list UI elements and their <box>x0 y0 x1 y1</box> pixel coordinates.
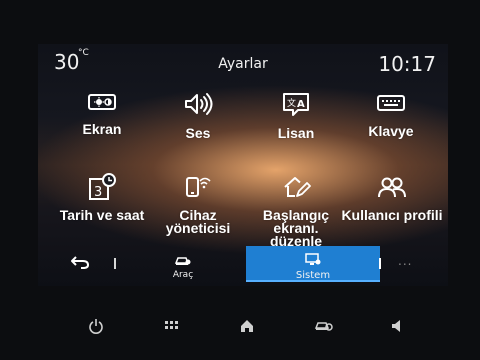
nav-sistem-label: Sistem <box>295 270 331 281</box>
nav-arac-label: Araç <box>172 270 194 280</box>
power-button[interactable] <box>88 318 104 338</box>
tile-lisan[interactable]: 文 A Lisan <box>246 92 346 140</box>
grid-apps-icon <box>165 321 178 329</box>
volume-icon <box>392 320 400 332</box>
back-arrow-icon <box>71 256 90 269</box>
display-brightness-icon <box>88 94 116 110</box>
tile-ekran[interactable]: Ekran <box>52 92 152 136</box>
system-screen-icon <box>305 253 321 265</box>
clock: 10:17 <box>378 52 436 76</box>
vehicle-button[interactable] <box>314 318 334 338</box>
back-button[interactable] <box>70 254 90 274</box>
nav-arac[interactable]: Araç <box>163 252 203 280</box>
tile-label: Başlangıç ekranı. düzenle <box>262 207 330 249</box>
svg-text:文: 文 <box>287 97 296 109</box>
phone-wifi-icon <box>186 177 211 197</box>
tile-label: Tarih ve saat <box>59 207 145 223</box>
nav-sistem[interactable]: Sistem <box>246 246 380 282</box>
tile-label: Kullanıcı profili <box>341 207 443 223</box>
more-button[interactable]: ... <box>398 254 412 268</box>
tile-baslangic-ekrani[interactable]: Başlangıç ekranı. düzenle <box>246 172 346 248</box>
tile-tarih-ve-saat[interactable]: 3 Tarih ve saat <box>52 172 152 222</box>
svg-text:A: A <box>297 99 305 110</box>
tile-klavye[interactable]: Klavye <box>341 92 441 138</box>
power-icon <box>89 319 103 334</box>
tile-label: Ekran <box>82 121 122 137</box>
hardware-bar <box>0 310 480 346</box>
apps-button[interactable] <box>164 318 180 338</box>
screen: 30 °C Ayarlar 10:17 Ekran Ses 文 A Lisan <box>38 44 448 286</box>
svg-text:3: 3 <box>94 185 102 200</box>
tile-label: Lisan <box>277 125 315 141</box>
status-bar: 30 °C Ayarlar 10:17 <box>38 44 448 88</box>
bottom-nav: Araç Sistem ... <box>38 246 448 282</box>
calendar-clock-icon: 3 <box>89 173 116 200</box>
car-settings-icon <box>174 257 191 265</box>
car-settings-icon <box>314 322 333 331</box>
nav-divider <box>379 258 381 269</box>
speaker-icon <box>185 93 213 115</box>
tile-label: Klavye <box>368 123 414 139</box>
tile-cihaz-yoneticisi[interactable]: Cihaz yöneticisi <box>148 172 248 235</box>
tile-kullanici-profili[interactable]: Kullanıcı profili <box>337 172 447 222</box>
tile-ses[interactable]: Ses <box>148 92 248 140</box>
volume-button[interactable] <box>390 318 404 338</box>
tile-label: Ses <box>185 125 211 141</box>
language-icon: 文 A <box>283 93 309 116</box>
home-button[interactable] <box>239 318 255 338</box>
keyboard-icon <box>377 95 405 111</box>
edit-home-icon <box>284 177 311 197</box>
nav-divider <box>114 258 116 269</box>
users-icon <box>378 177 406 198</box>
tile-label: Cihaz yöneticisi <box>165 207 231 236</box>
home-icon <box>241 320 253 332</box>
